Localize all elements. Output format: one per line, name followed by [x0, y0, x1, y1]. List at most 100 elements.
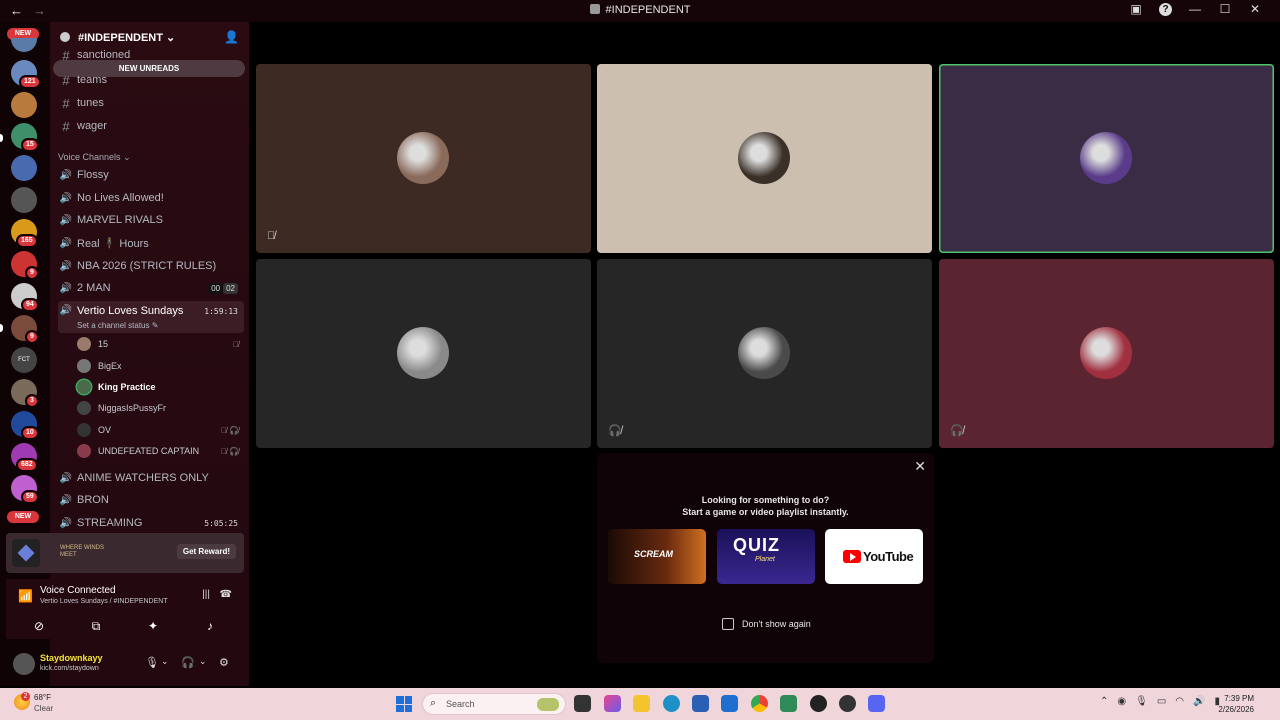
- voice-channel[interactable]: 🔊 No Lives Allowed!: [58, 188, 244, 208]
- active-voice-channel[interactable]: 🔊 Vertio Loves Sundays 1:59:13 Set a chan…: [58, 301, 244, 333]
- system-tray: ⌃ ◉ 🎙 ▭ ◠ 🔊 ▮: [1100, 696, 1220, 707]
- voice-member[interactable]: OV 🎙̸ 🎧̸: [77, 420, 243, 440]
- activities-button[interactable]: ✦: [127, 615, 179, 637]
- video-tile[interactable]: [256, 259, 591, 448]
- game-logo: WHERE WINDS MEET: [60, 545, 104, 558]
- voice-stage: 🎙̸ 🎧̸ 🎧̸ ✕ Looking for something to do? …: [250, 22, 1280, 686]
- obs-icon[interactable]: [810, 695, 827, 712]
- app-icon[interactable]: [780, 695, 797, 712]
- activity-scream[interactable]: SCREAM: [608, 529, 706, 584]
- channel-status[interactable]: Set a channel status ✎: [77, 321, 158, 330]
- microphone-icon[interactable]: 🎙: [1135, 696, 1148, 707]
- voice-channel[interactable]: 🔊 Real 🕴 Hours: [58, 233, 244, 253]
- server-name[interactable]: #INDEPENDENT ⌄: [78, 31, 175, 44]
- voice-channel[interactable]: 🔊 MARVEL RIVALS: [58, 210, 244, 230]
- participant-avatar: [397, 132, 449, 184]
- voice-member[interactable]: King Practice: [77, 377, 243, 397]
- server-icon[interactable]: [11, 155, 37, 181]
- voice-member[interactable]: UNDEFEATED CAPTAIN 🎙̸ 🎧̸: [77, 441, 243, 461]
- app-icon[interactable]: [839, 695, 856, 712]
- server-icon[interactable]: [11, 187, 37, 213]
- voice-channel[interactable]: 🔊 Flossy: [58, 165, 244, 185]
- wifi-icon[interactable]: ◠: [1175, 696, 1184, 707]
- activity-suggestion-popup: ✕ Looking for something to do? Start a g…: [597, 453, 934, 663]
- video-tile[interactable]: [597, 64, 932, 253]
- voice-channel-path[interactable]: Vertio Loves Sundays / #INDEPENDENT: [40, 598, 168, 605]
- channel-item[interactable]: # teams: [58, 70, 244, 90]
- tray-app-icon[interactable]: ◉: [1117, 696, 1126, 707]
- close-icon[interactable]: ✕: [914, 458, 926, 475]
- video-tile[interactable]: 🎙̸: [256, 64, 591, 253]
- speaker-icon: 🔊: [59, 260, 73, 272]
- screen-share-button[interactable]: ⧉: [70, 615, 122, 637]
- chevron-down-icon: ⌄: [123, 152, 131, 162]
- edge-icon[interactable]: [663, 695, 680, 712]
- participant-avatar: [738, 132, 790, 184]
- username[interactable]: Staydownkayy: [40, 653, 103, 663]
- volume-icon[interactable]: 🔊: [1193, 696, 1205, 707]
- avatar: [77, 380, 91, 394]
- start-button[interactable]: [396, 696, 412, 712]
- video-tile[interactable]: 🎧̸: [939, 259, 1274, 448]
- chrome-icon[interactable]: [751, 695, 768, 712]
- voice-channel[interactable]: 🔊 ANIME WATCHERS ONLY: [58, 468, 244, 488]
- channel-item[interactable]: # tunes: [58, 93, 244, 113]
- inbox-icon[interactable]: ▣: [1121, 2, 1151, 16]
- video-off-button[interactable]: ⊘: [13, 615, 65, 637]
- speaker-icon: 🔊: [59, 494, 73, 506]
- chevron-down-icon[interactable]: ⌄: [161, 656, 169, 667]
- avatar: [77, 423, 91, 437]
- muted-mic-icon: 🎙̸: [267, 230, 276, 242]
- muted-mic-icon: 🎙̸: [233, 339, 239, 349]
- gear-icon[interactable]: ⚙: [219, 656, 229, 669]
- chevron-up-icon[interactable]: ⌃: [1100, 696, 1108, 707]
- channel-timer: 5:05:25: [204, 518, 238, 528]
- youtube-logo-icon: [843, 550, 861, 563]
- minimize-button[interactable]: —: [1180, 2, 1210, 16]
- server-badge: 3: [25, 394, 39, 408]
- voice-channel[interactable]: 🔊 2 MAN 00 02: [58, 278, 244, 298]
- signal-icon[interactable]: 📶: [18, 589, 33, 603]
- microphone-icon[interactable]: 🎙: [145, 656, 159, 669]
- store-icon[interactable]: [692, 695, 709, 712]
- maximize-button[interactable]: ☐: [1210, 2, 1240, 16]
- soundboard-button[interactable]: ♪: [184, 615, 236, 637]
- video-tile[interactable]: [939, 64, 1274, 253]
- voice-member[interactable]: NiggasIsPussyFr: [77, 398, 243, 418]
- activity-quiz-planet[interactable]: QUIZ Planet: [717, 529, 815, 584]
- video-tile[interactable]: 🎧̸: [597, 259, 932, 448]
- voice-member[interactable]: 15 🎙̸: [77, 334, 243, 354]
- server-icon[interactable]: [11, 92, 37, 118]
- voice-channel[interactable]: 🔊 STREAMING 5:05:25: [58, 513, 244, 533]
- new-pill-bottom[interactable]: NEW: [7, 511, 39, 523]
- category-voice[interactable]: Voice Channels ⌄: [58, 152, 131, 163]
- headphones-icon[interactable]: 🎧: [181, 656, 195, 669]
- outlook-icon[interactable]: [721, 695, 738, 712]
- display-icon[interactable]: ▭: [1157, 696, 1166, 707]
- taskbar-search[interactable]: ⌕ Search: [422, 693, 566, 715]
- clock[interactable]: 7:39 PM 2/26/2026: [1218, 693, 1254, 715]
- channel-item[interactable]: # wager: [58, 116, 244, 136]
- file-explorer-icon[interactable]: [633, 695, 650, 712]
- close-button[interactable]: ✕: [1240, 2, 1270, 16]
- noise-suppression-icon[interactable]: |||: [202, 589, 210, 600]
- dont-show-again-checkbox[interactable]: [722, 618, 734, 630]
- discord-icon[interactable]: [868, 695, 885, 712]
- voice-member[interactable]: BigEx: [77, 356, 243, 376]
- user-limit-counter: 00 02: [208, 282, 238, 294]
- task-view-icon[interactable]: [574, 695, 591, 712]
- get-reward-button[interactable]: Get Reward!: [176, 544, 236, 559]
- add-member-icon[interactable]: 👤: [224, 30, 239, 44]
- server-icon[interactable]: [11, 38, 37, 52]
- copilot-icon[interactable]: [604, 695, 621, 712]
- server-icon[interactable]: FCT: [11, 347, 37, 373]
- disconnect-icon[interactable]: ☎: [220, 589, 232, 600]
- checkbox-label[interactable]: Don't show again: [742, 619, 811, 629]
- help-icon[interactable]: ?: [1159, 2, 1172, 16]
- voice-channel[interactable]: 🔊 NBA 2026 (STRICT RULES): [58, 256, 244, 276]
- chevron-down-icon[interactable]: ⌄: [199, 656, 207, 667]
- avatar[interactable]: [13, 653, 35, 675]
- activity-youtube[interactable]: YouTube: [825, 529, 923, 584]
- voice-channel[interactable]: 🔊 BRON: [58, 490, 244, 510]
- server-badge: 15: [21, 138, 39, 152]
